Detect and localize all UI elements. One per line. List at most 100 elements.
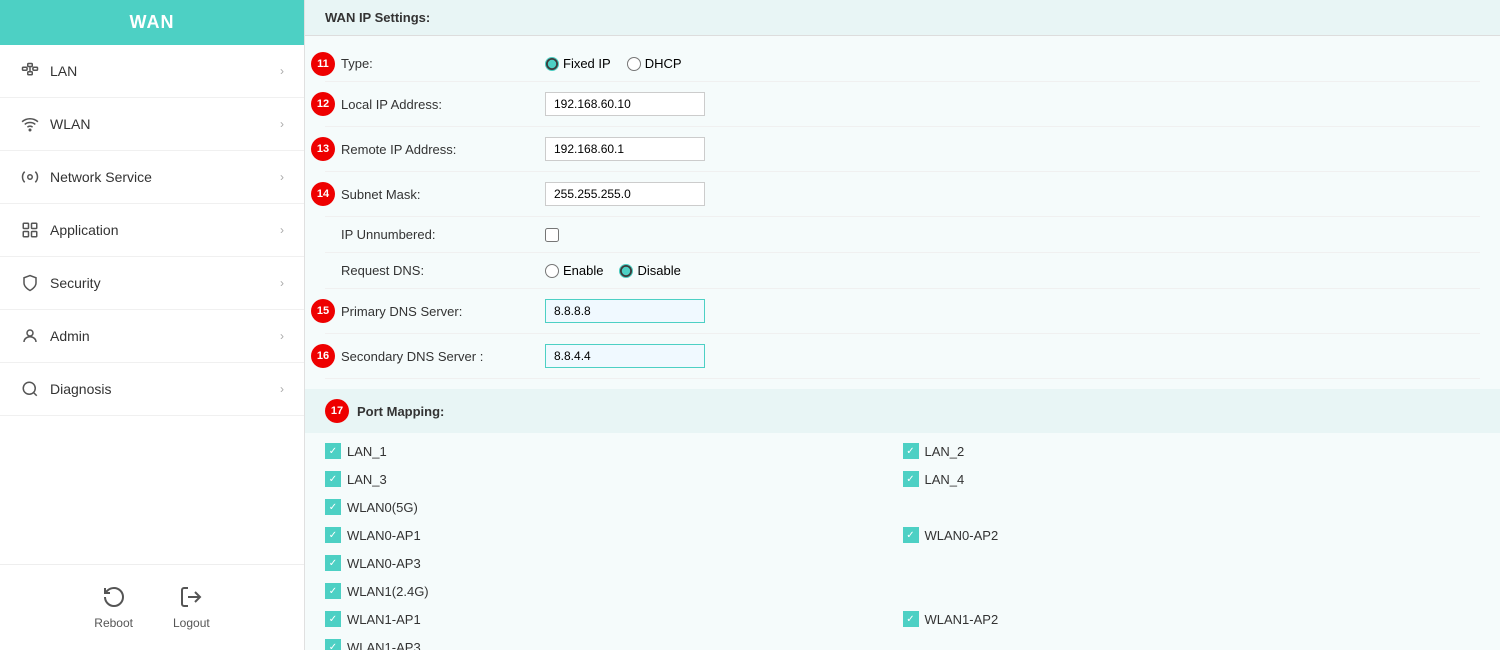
- local-ip-row: 12 Local IP Address:: [325, 82, 1480, 127]
- type-row: 11 Type: Fixed IP DHCP: [325, 46, 1480, 82]
- sidebar-item-admin[interactable]: Admin ›: [0, 310, 304, 363]
- sidebar-item-network-service[interactable]: Network Service ›: [0, 151, 304, 204]
- local-ip-input[interactable]: [545, 92, 705, 116]
- port-mapping-row-5: ✓ WLAN0-AP3: [325, 549, 1480, 577]
- dhcp-radio[interactable]: DHCP: [627, 56, 682, 71]
- sidebar-item-security[interactable]: Security ›: [0, 257, 304, 310]
- lan1-label: LAN_1: [347, 444, 387, 459]
- sidebar-item-admin-label: Admin: [50, 328, 90, 344]
- app-icon: [20, 220, 40, 240]
- step-16-badge: 16: [311, 344, 335, 368]
- secondary-dns-row: 16 Secondary DNS Server :: [325, 334, 1480, 379]
- sidebar-actions: Reboot Logout: [0, 564, 304, 650]
- port-mapping-row-6: ✓ WLAN1(2.4G): [325, 577, 1480, 605]
- primary-dns-input[interactable]: [545, 299, 705, 323]
- lan4-item[interactable]: ✓ LAN_4: [903, 465, 1481, 493]
- request-dns-row: Request DNS: Enable Disable: [325, 253, 1480, 289]
- port-mapping-title: Port Mapping:: [357, 404, 444, 419]
- type-controls: Fixed IP DHCP: [545, 56, 1480, 71]
- sidebar-item-wlan-label: WLAN: [50, 116, 90, 132]
- reboot-button[interactable]: Reboot: [94, 585, 133, 630]
- lan4-label: LAN_4: [925, 472, 965, 487]
- step-15-badge: 15: [311, 299, 335, 323]
- lan2-label: LAN_2: [925, 444, 965, 459]
- lan2-item[interactable]: ✓ LAN_2: [903, 437, 1481, 465]
- remote-ip-row: 13 Remote IP Address:: [325, 127, 1480, 172]
- wlan0-5g-item[interactable]: ✓ WLAN0(5G): [325, 493, 903, 521]
- port-mapping-row-2: ✓ LAN_3 ✓ LAN_4: [325, 465, 1480, 493]
- wlan1-ap3-checkbox[interactable]: ✓: [325, 639, 341, 650]
- wlan0-ap2-label: WLAN0-AP2: [925, 528, 999, 543]
- sidebar-item-application-label: Application: [50, 222, 119, 238]
- ip-unnumbered-row: IP Unnumbered:: [325, 217, 1480, 253]
- sidebar-title: WAN: [0, 0, 304, 45]
- port-mapping-header: 17 Port Mapping:: [305, 389, 1500, 433]
- secondary-dns-input[interactable]: [545, 344, 705, 368]
- subnet-mask-row: 14 Subnet Mask:: [325, 172, 1480, 217]
- sidebar-item-application[interactable]: Application ›: [0, 204, 304, 257]
- port-mapping-row-4: ✓ WLAN0-AP1 ✓ WLAN0-AP2: [325, 521, 1480, 549]
- lan3-item[interactable]: ✓ LAN_3: [325, 465, 903, 493]
- primary-dns-label: Primary DNS Server:: [325, 304, 545, 319]
- wlan1-ap2-item[interactable]: ✓ WLAN1-AP2: [903, 605, 1481, 633]
- wlan0-ap1-item[interactable]: ✓ WLAN0-AP1: [325, 521, 903, 549]
- request-dns-controls: Enable Disable: [545, 263, 1480, 278]
- chevron-right-icon: ›: [280, 170, 284, 184]
- remote-ip-label: Remote IP Address:: [325, 142, 545, 157]
- primary-dns-row: 15 Primary DNS Server:: [325, 289, 1480, 334]
- chevron-right-icon: ›: [280, 117, 284, 131]
- wlan1-ap3-item[interactable]: ✓ WLAN1-AP3: [325, 633, 903, 650]
- wlan1-ap1-checkbox[interactable]: ✓: [325, 611, 341, 627]
- port-mapping-row-3: ✓ WLAN0(5G): [325, 493, 1480, 521]
- dns-disable-radio[interactable]: Disable: [619, 263, 680, 278]
- wlan1-ap3-label: WLAN1-AP3: [347, 640, 421, 650]
- sidebar-item-diagnosis[interactable]: Diagnosis ›: [0, 363, 304, 416]
- dns-enable-radio[interactable]: Enable: [545, 263, 603, 278]
- wlan0-ap3-item[interactable]: ✓ WLAN0-AP3: [325, 549, 903, 577]
- lan4-checkbox[interactable]: ✓: [903, 471, 919, 487]
- lan3-checkbox[interactable]: ✓: [325, 471, 341, 487]
- local-ip-controls: [545, 92, 1480, 116]
- logout-label: Logout: [173, 616, 210, 630]
- primary-dns-controls: [545, 299, 1480, 323]
- subnet-mask-label: Subnet Mask:: [325, 187, 545, 202]
- wlan0-ap1-checkbox[interactable]: ✓: [325, 527, 341, 543]
- wlan1-2g-label: WLAN1(2.4G): [347, 584, 429, 599]
- sidebar-item-lan[interactable]: LAN ›: [0, 45, 304, 98]
- lan2-checkbox[interactable]: ✓: [903, 443, 919, 459]
- wlan1-ap2-checkbox[interactable]: ✓: [903, 611, 919, 627]
- lan1-checkbox[interactable]: ✓: [325, 443, 341, 459]
- reboot-icon: [102, 585, 126, 612]
- wlan1-2g-item[interactable]: ✓ WLAN1(2.4G): [325, 577, 903, 605]
- sidebar-item-wlan[interactable]: WLAN ›: [0, 98, 304, 151]
- fixed-ip-radio[interactable]: Fixed IP: [545, 56, 611, 71]
- request-dns-label: Request DNS:: [325, 263, 545, 278]
- chevron-right-icon: ›: [280, 223, 284, 237]
- wlan0-ap2-item[interactable]: ✓ WLAN0-AP2: [903, 521, 1481, 549]
- security-icon: [20, 273, 40, 293]
- step-17-badge: 17: [325, 399, 349, 423]
- remote-ip-input[interactable]: [545, 137, 705, 161]
- step-13-badge: 13: [311, 137, 335, 161]
- port-mapping-row-1: ✓ LAN_1 ✓ LAN_2: [325, 437, 1480, 465]
- step-14-badge: 14: [311, 182, 335, 206]
- lan1-item[interactable]: ✓ LAN_1: [325, 437, 903, 465]
- ip-unnumbered-checkbox[interactable]: [545, 228, 559, 242]
- sidebar-item-diagnosis-label: Diagnosis: [50, 381, 111, 397]
- lan3-label: LAN_3: [347, 472, 387, 487]
- logout-button[interactable]: Logout: [173, 585, 210, 630]
- admin-icon: [20, 326, 40, 346]
- wlan0-5g-checkbox[interactable]: ✓: [325, 499, 341, 515]
- port-mapping-grid: ✓ LAN_1 ✓ LAN_2 ✓ LAN_3 ✓ LAN_4 ✓ WLAN0(…: [305, 433, 1500, 650]
- wlan0-ap1-label: WLAN0-AP1: [347, 528, 421, 543]
- wlan0-ap2-checkbox[interactable]: ✓: [903, 527, 919, 543]
- sidebar: WAN LAN ›: [0, 0, 305, 650]
- ip-unnumbered-label: IP Unnumbered:: [325, 227, 545, 242]
- wlan1-2g-checkbox[interactable]: ✓: [325, 583, 341, 599]
- wlan1-ap1-item[interactable]: ✓ WLAN1-AP1: [325, 605, 903, 633]
- wlan0-ap3-checkbox[interactable]: ✓: [325, 555, 341, 571]
- secondary-dns-controls: [545, 344, 1480, 368]
- chevron-right-icon: ›: [280, 382, 284, 396]
- subnet-mask-input[interactable]: [545, 182, 705, 206]
- wlan1-ap1-label: WLAN1-AP1: [347, 612, 421, 627]
